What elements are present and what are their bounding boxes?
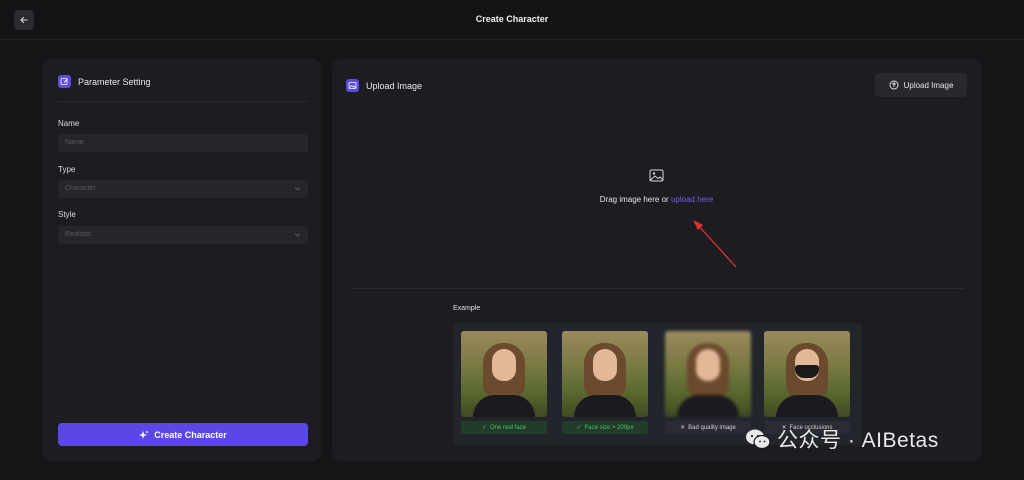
example-image — [562, 331, 648, 417]
type-select-value: Character — [65, 185, 96, 192]
wechat-icon — [745, 428, 771, 450]
style-select[interactable]: Realistic — [58, 226, 308, 244]
watermark: 公众号 · AIBetas — [745, 424, 939, 454]
example-card: ✓ One real face — [461, 331, 547, 434]
create-character-label: Create Character — [154, 429, 227, 440]
watermark-text: 公众号 · AIBetas — [777, 429, 939, 452]
example-card: ✕ Face occlusions — [764, 331, 850, 434]
example-caption: ✓ One real face — [461, 421, 547, 434]
type-label: Type — [58, 165, 76, 174]
example-card: ✕ Bad quality image — [665, 331, 751, 434]
upload-image-button[interactable]: Upload Image — [875, 73, 967, 97]
name-field[interactable] — [58, 134, 308, 152]
divider — [58, 101, 308, 102]
upload-circle-icon — [889, 80, 899, 90]
name-input[interactable] — [65, 139, 308, 146]
style-select-value: Realistic — [65, 231, 92, 238]
upload-here-link[interactable]: upload here — [671, 195, 713, 204]
chevron-down-icon — [294, 187, 301, 191]
example-caption-text: Bad quality image — [688, 424, 736, 431]
image-drop-zone[interactable]: Drag image here or upload here — [332, 169, 981, 204]
page-title: Create Character — [475, 14, 549, 24]
name-label: Name — [58, 119, 80, 128]
image-placeholder-icon — [649, 169, 664, 182]
example-label: Example — [453, 305, 481, 312]
edit-icon — [58, 75, 71, 88]
example-card: ✓ Face size > 200px — [562, 331, 648, 434]
parameter-setting-header: Parameter Setting — [58, 75, 151, 88]
example-caption-text: Face size > 200px — [584, 424, 634, 431]
sparkle-icon — [139, 430, 149, 439]
upload-image-panel: Upload Image Upload Image Drag image her… — [332, 59, 981, 461]
check-icon: ✓ — [481, 425, 487, 431]
create-character-button[interactable]: Create Character — [58, 423, 308, 446]
drop-text: Drag image here or — [599, 195, 671, 204]
type-select[interactable]: Character — [58, 180, 308, 198]
example-image — [665, 331, 751, 417]
top-bar: Create Character — [0, 0, 1024, 40]
drop-instructions: Drag image here or upload here — [332, 195, 981, 204]
parameter-setting-title: Parameter Setting — [78, 76, 151, 87]
check-icon: ✓ — [576, 425, 582, 431]
example-caption: ✓ Face size > 200px — [562, 421, 648, 434]
close-icon: ✕ — [680, 425, 686, 431]
upload-image-button-label: Upload Image — [903, 80, 954, 90]
style-label: Style — [58, 210, 76, 219]
chevron-down-icon — [294, 233, 301, 237]
parameter-setting-panel: Parameter Setting Name Type Character St… — [43, 59, 321, 461]
example-caption: ✕ Bad quality image — [665, 421, 751, 434]
example-image — [764, 331, 850, 417]
image-icon — [346, 79, 359, 92]
annotation-arrow — [693, 220, 737, 268]
example-image — [461, 331, 547, 417]
upload-image-header: Upload Image — [346, 79, 422, 92]
upload-image-title: Upload Image — [366, 80, 423, 91]
divider — [350, 288, 964, 289]
example-caption-text: One real face — [490, 424, 527, 431]
